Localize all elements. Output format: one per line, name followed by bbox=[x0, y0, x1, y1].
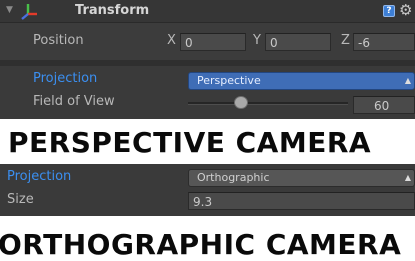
orthographic-camera-panel: Projection Orthographic ▲ Size 9.3 bbox=[0, 164, 415, 216]
transform-panel: ▼ Transform ? ⚙ Position X 0 Y 0 Z -6 bbox=[0, 0, 415, 60]
orthographic-caption: ORTHOGRAPHIC CAMERA bbox=[0, 216, 415, 261]
position-z-label[interactable]: Z bbox=[341, 33, 350, 48]
projection-label-ortho: Projection bbox=[7, 169, 72, 184]
projection-label: Projection bbox=[33, 71, 98, 86]
transform-title: Transform bbox=[75, 3, 150, 18]
projection-dropdown-value: Perspective bbox=[197, 74, 261, 87]
dropdown-arrow-icon: ▲ bbox=[404, 76, 411, 85]
position-label: Position bbox=[33, 33, 84, 48]
projection-dropdown[interactable]: Perspective ▲ bbox=[188, 72, 415, 90]
fov-value-field[interactable]: 60 bbox=[353, 96, 415, 114]
size-field[interactable]: 9.3 bbox=[188, 192, 415, 210]
perspective-caption-text: PERSPECTIVE CAMERA bbox=[8, 126, 372, 159]
position-x-field[interactable]: 0 bbox=[180, 33, 246, 51]
gear-icon[interactable]: ⚙ bbox=[399, 1, 412, 19]
help-icon[interactable]: ? bbox=[383, 5, 395, 17]
projection-dropdown-ortho-value: Orthographic bbox=[197, 171, 270, 184]
dropdown-arrow-icon: ▲ bbox=[404, 173, 411, 182]
transform-header[interactable] bbox=[0, 0, 415, 23]
size-label: Size bbox=[7, 192, 34, 207]
fov-slider-thumb[interactable] bbox=[233, 96, 248, 109]
position-x-label[interactable]: X bbox=[167, 33, 176, 48]
position-y-label[interactable]: Y bbox=[253, 33, 261, 48]
position-y-field[interactable]: 0 bbox=[265, 33, 331, 51]
field-of-view-label: Field of View bbox=[33, 94, 115, 109]
projection-dropdown-ortho[interactable]: Orthographic ▲ bbox=[188, 169, 415, 187]
transform-icon bbox=[21, 4, 37, 20]
foldout-arrow-icon[interactable]: ▼ bbox=[6, 5, 13, 15]
position-z-field[interactable]: -6 bbox=[353, 33, 415, 51]
fov-slider-track[interactable] bbox=[188, 102, 348, 105]
perspective-camera-panel: Projection Perspective ▲ Field of View 6… bbox=[0, 66, 415, 119]
perspective-caption: PERSPECTIVE CAMERA bbox=[0, 119, 415, 164]
orthographic-caption-text: ORTHOGRAPHIC CAMERA bbox=[0, 228, 402, 261]
